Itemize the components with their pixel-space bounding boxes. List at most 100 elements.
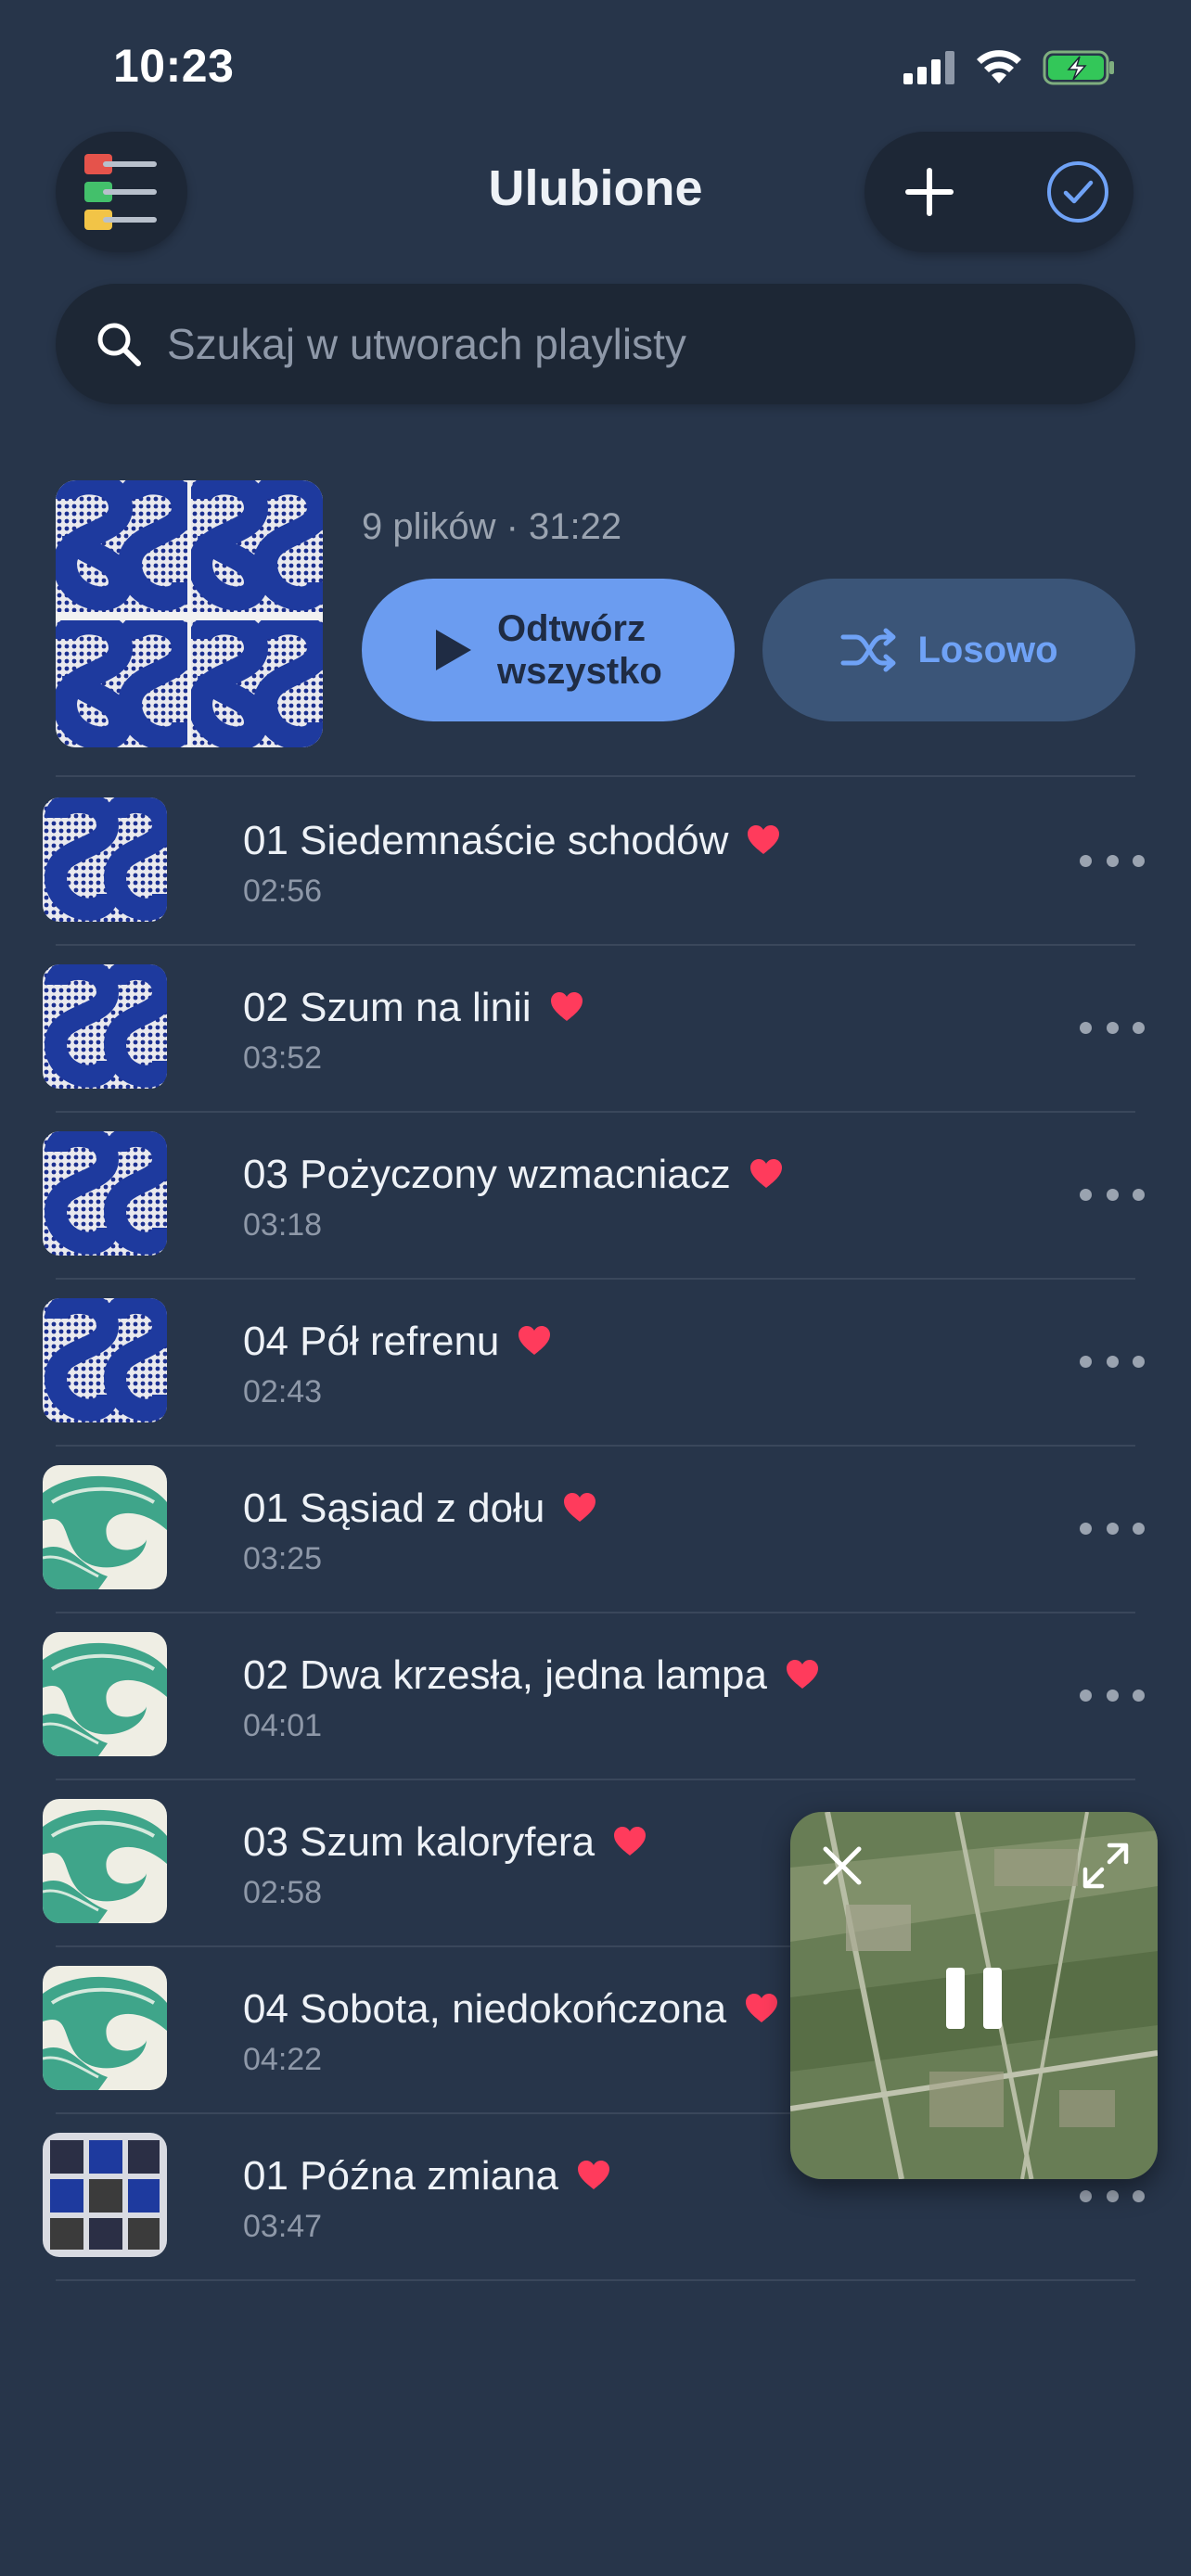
- track-duration: 04:01: [243, 1708, 323, 1743]
- track-title: 01 Siedemnaście schodów: [243, 818, 780, 866]
- shuffle-icon: [840, 628, 896, 672]
- playlist-meta: 9 plików · 31:22: [362, 506, 622, 547]
- cover-tile: [187, 610, 323, 747]
- track-title-text: 04 Pół refrenu: [243, 1319, 500, 1364]
- heart-icon[interactable]: [613, 1821, 647, 1868]
- more-options-button[interactable]: [1080, 1684, 1145, 1706]
- more-options-button[interactable]: [1080, 1016, 1145, 1039]
- track-title: 02 Szum na linii: [243, 985, 583, 1033]
- pause-icon: [946, 1968, 965, 2029]
- track-row[interactable]: 01 Siedemnaście schodów 02:56: [0, 777, 1191, 944]
- more-options-button[interactable]: [1080, 2185, 1145, 2207]
- heart-icon[interactable]: [550, 987, 583, 1033]
- track-artwork: [43, 1966, 167, 2090]
- mini-player-close-button[interactable]: [816, 1840, 868, 1892]
- play-icon: [436, 630, 471, 670]
- track-duration: 03:25: [243, 1541, 323, 1576]
- more-options-button[interactable]: [1080, 1350, 1145, 1372]
- pause-icon: [983, 1968, 1002, 2029]
- track-artwork: [43, 1799, 167, 1923]
- heart-icon[interactable]: [518, 1320, 551, 1367]
- track-duration: 03:52: [243, 1040, 323, 1076]
- heart-icon[interactable]: [563, 1487, 596, 1534]
- more-dot: [1080, 1355, 1092, 1368]
- heart-icon[interactable]: [749, 1154, 783, 1200]
- heart-icon[interactable]: [747, 820, 780, 866]
- track-title-text: 03 Pożyczony wzmacniacz: [243, 1152, 731, 1197]
- more-options-button[interactable]: [1080, 1183, 1145, 1205]
- track-title: 02 Dwa krzesła, jedna lampa: [243, 1652, 819, 1701]
- more-dot: [1080, 2189, 1092, 2202]
- add-button[interactable]: [892, 155, 967, 229]
- header-actions: [864, 132, 1133, 252]
- mini-player[interactable]: [790, 1812, 1158, 2179]
- plus-icon: [905, 168, 954, 216]
- track-artwork: [43, 1465, 167, 1589]
- track-artwork: [43, 797, 167, 922]
- track-title-text: 02 Szum na linii: [243, 985, 531, 1030]
- track-title-text: 01 Sąsiad z dołu: [243, 1486, 545, 1531]
- expand-icon: [1082, 1843, 1129, 1889]
- more-dot: [1080, 1689, 1092, 1702]
- select-button[interactable]: [1041, 155, 1115, 229]
- cover-tile: [187, 480, 323, 617]
- track-artwork: [43, 964, 167, 1089]
- track-title: 01 Późna zmiana: [243, 2153, 610, 2201]
- signal-icon: [903, 51, 954, 84]
- track-duration: 03:18: [243, 1207, 323, 1243]
- more-dot: [1133, 2189, 1145, 2202]
- more-dot: [1106, 1188, 1119, 1201]
- track-row[interactable]: 02 Dwa krzesła, jedna lampa 04:01: [0, 1612, 1191, 1779]
- more-dot: [1080, 1188, 1092, 1201]
- track-duration: 02:56: [243, 874, 323, 909]
- track-duration: 02:58: [243, 1875, 323, 1910]
- track-title-text: 03 Szum kaloryfera: [243, 1819, 596, 1865]
- more-dot: [1133, 854, 1145, 867]
- cover-tile: [56, 610, 197, 747]
- more-dot: [1080, 1522, 1092, 1535]
- heart-icon[interactable]: [745, 1988, 778, 2034]
- track-duration: 03:47: [243, 2209, 323, 2244]
- wifi-icon: [977, 50, 1021, 83]
- cover-tile: [56, 480, 197, 617]
- shuffle-button[interactable]: Losowo: [762, 579, 1135, 721]
- play-all-button[interactable]: Odtwórz wszystko: [362, 579, 735, 721]
- pause-button[interactable]: [946, 1968, 1002, 2029]
- track-title-text: 01 Późna zmiana: [243, 2153, 558, 2199]
- more-dot: [1106, 1355, 1119, 1368]
- more-dot: [1106, 2189, 1119, 2202]
- track-row[interactable]: 02 Szum na linii 03:52: [0, 944, 1191, 1111]
- track-duration: 02:43: [243, 1374, 323, 1409]
- shuffle-label: Losowo: [917, 629, 1058, 670]
- playlist-cover: [56, 480, 323, 747]
- track-duration: 04:22: [243, 2042, 323, 2077]
- heart-icon[interactable]: [786, 1654, 819, 1701]
- track-title-text: 01 Siedemnaście schodów: [243, 818, 729, 863]
- status-icons: [903, 46, 1117, 89]
- status-time: 10:23: [113, 40, 235, 92]
- track-row[interactable]: 04 Pół refrenu 02:43: [0, 1278, 1191, 1445]
- mini-player-expand-button[interactable]: [1080, 1840, 1132, 1892]
- heart-icon[interactable]: [577, 2155, 610, 2201]
- more-options-button[interactable]: [1080, 1517, 1145, 1539]
- more-dot: [1106, 1522, 1119, 1535]
- track-title: 04 Pół refrenu: [243, 1319, 551, 1367]
- more-dot: [1133, 1522, 1145, 1535]
- track-title: 03 Szum kaloryfera: [243, 1819, 647, 1868]
- check-circle-icon: [1047, 161, 1108, 223]
- track-row[interactable]: 03 Pożyczony wzmacniacz 03:18: [0, 1111, 1191, 1278]
- track-title-text: 04 Sobota, niedokończona: [243, 1986, 727, 2032]
- search-input[interactable]: [165, 297, 1135, 391]
- track-row[interactable]: 01 Sąsiad z dołu 03:25: [0, 1445, 1191, 1612]
- play-all-label: Odtwórz wszystko: [497, 608, 662, 692]
- track-artwork: [43, 2133, 167, 2257]
- track-artwork: [43, 1298, 167, 1422]
- more-dot: [1080, 854, 1092, 867]
- close-icon: [823, 1846, 862, 1885]
- more-options-button[interactable]: [1080, 849, 1145, 872]
- track-title: 03 Pożyczony wzmacniacz: [243, 1152, 783, 1200]
- battery-charging-icon: [1043, 50, 1114, 85]
- track-title: 01 Sąsiad z dołu: [243, 1486, 596, 1534]
- track-title-text: 02 Dwa krzesła, jedna lampa: [243, 1652, 767, 1698]
- track-title: 04 Sobota, niedokończona: [243, 1986, 778, 2034]
